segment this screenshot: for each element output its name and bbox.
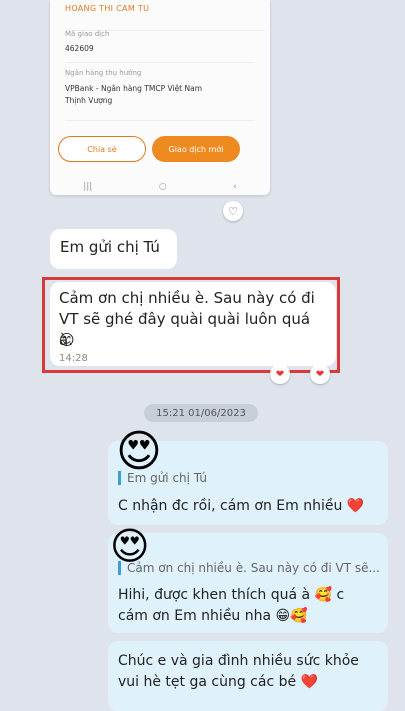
message-line-2: VT sẽ ghé đây quài quài luôn quá à. — [59, 310, 311, 349]
heart-reaction-icon[interactable]: ❤ — [310, 364, 330, 384]
outgoing-message-bubble: Cảm ơn chị nhiều è. Sau này có đi VT sẽ.… — [108, 533, 388, 633]
new-transaction-button[interactable]: Giao dịch mới — [152, 136, 240, 162]
message-text: C nhận đc rồi, cám ơn Em nhiều ❤️ — [118, 498, 365, 514]
heart-eyes-emoji-icon: 😍 — [116, 426, 162, 477]
incoming-message-bubble-highlighted: Cảm ơn chị nhiều è. Sau này có đi VT sẽ … — [50, 282, 336, 366]
react-heart-icon[interactable]: ♡ — [223, 201, 243, 221]
message-line-1: Chúc e và gia đình nhiều sức khỏe — [118, 653, 359, 669]
recipient-name: HOANG THI CAM TU — [65, 4, 150, 13]
share-button[interactable]: Chia sẻ — [58, 136, 146, 162]
transaction-receipt-card: HOANG THI CAM TU Mã giao dịch 462609 Ngâ… — [50, 0, 270, 195]
date-separator: 15:21 01/06/2023 — [144, 404, 258, 422]
message-time: 14:28 — [59, 353, 88, 364]
message-line-1: Hihi, được khen thích quá à 🥰 c — [118, 587, 345, 603]
txn-code-value: 462609 — [65, 44, 94, 53]
message-line-2: cám ơn Em nhiều nha 😁🥰 — [118, 608, 308, 624]
quoted-message[interactable]: Cảm ơn chị nhiều è. Sau này có đi VT sẽ.… — [118, 561, 382, 575]
message-line-2: vui hè tẹt ga cùng các bé ❤️ — [118, 674, 318, 690]
recent-apps-icon: ||| — [83, 181, 93, 192]
home-icon: ○ — [158, 181, 167, 192]
heart-eyes-emoji-icon: 😍 — [110, 524, 150, 568]
back-icon: ‹ — [233, 181, 237, 192]
txn-code-label: Mã giao dịch — [65, 30, 110, 38]
message-line-1: Cảm ơn chị nhiều è. Sau này có đi — [59, 289, 315, 307]
phone-nav-bar: ||| ○ ‹ — [50, 178, 270, 195]
outgoing-message-bubble: Chúc e và gia đình nhiều sức khỏe vui hè… — [108, 641, 388, 711]
bank-value-line1: VPBank - Ngân hàng TMCP Việt Nam — [65, 84, 203, 93]
incoming-message-bubble: Em gửi chị Tú — [50, 229, 177, 269]
heart-reaction-icon[interactable]: ❤ — [270, 364, 290, 384]
message-text: Em gửi chị Tú — [60, 238, 160, 256]
bank-value-line2: Thịnh Vượng — [65, 96, 113, 105]
bank-label: Ngân hàng thụ hưởng — [65, 69, 142, 77]
